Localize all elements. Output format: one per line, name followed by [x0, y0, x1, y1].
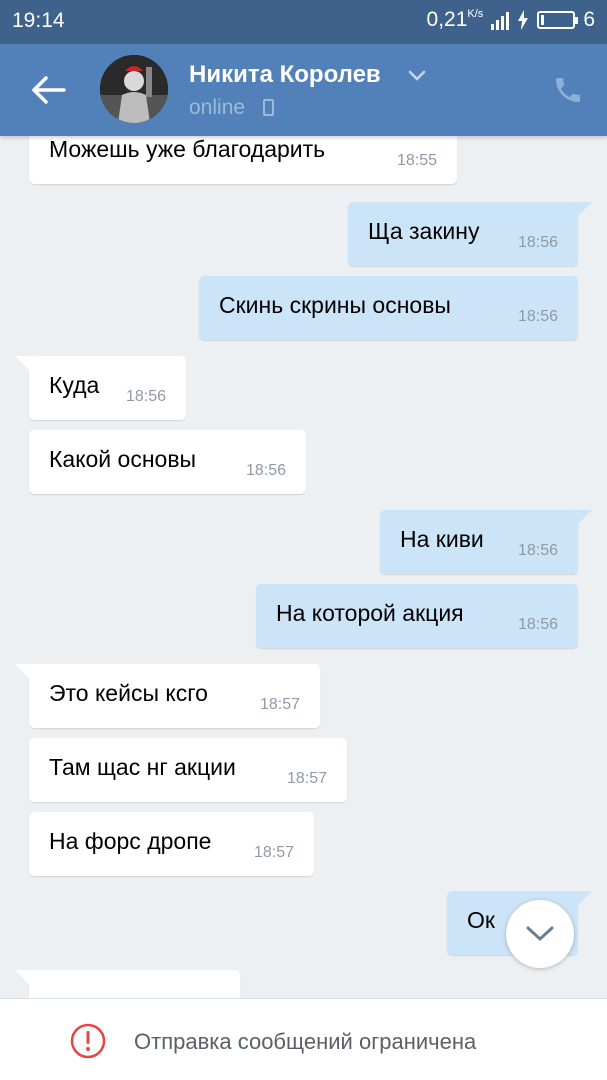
message-incoming[interactable] — [15, 970, 240, 998]
mobile-phone-icon — [263, 99, 274, 116]
charging-icon — [518, 10, 529, 30]
message-incoming[interactable]: Какой основы 18:56 — [29, 430, 306, 494]
battery-icon — [537, 11, 579, 29]
restriction-text: Отправка сообщений ограничена — [134, 1029, 477, 1054]
message-outgoing[interactable]: На которой акция 18:56 — [256, 584, 578, 648]
chevron-down-icon[interactable] — [408, 70, 426, 82]
message-outgoing[interactable]: Ща закину 18:56 — [348, 202, 592, 266]
message-outgoing[interactable]: На киви 18:56 — [380, 510, 592, 574]
call-icon[interactable] — [552, 74, 584, 106]
battery-level: 6 — [583, 8, 595, 31]
message-incoming[interactable]: Можешь уже благодарить 18:55 — [29, 136, 457, 184]
status-icons: 0,21K/s 6 — [427, 8, 595, 32]
chevron-down-icon — [526, 926, 554, 941]
message-restriction-bar: Отправка сообщений ограничена — [0, 998, 607, 1080]
status-bar: 19:14 0,21K/s 6 — [0, 0, 607, 44]
chat-header: Никита Королев online — [0, 44, 607, 136]
contact-name[interactable]: Никита Королев — [189, 61, 381, 89]
message-outgoing[interactable]: Скинь скрины основы 18:56 — [199, 276, 578, 340]
warning-icon — [70, 1023, 106, 1059]
message-incoming[interactable]: Там щас нг акции 18:57 — [29, 738, 347, 802]
signal-icon — [491, 10, 510, 30]
avatar[interactable] — [100, 55, 168, 123]
message-list[interactable]: Можешь уже благодарить 18:55 Ща закину 1… — [0, 136, 607, 998]
network-speed: 0,21K/s — [426, 8, 484, 31]
online-status: online — [189, 96, 246, 119]
status-time: 19:14 — [12, 9, 65, 32]
message-incoming[interactable]: Это кейсы ксго 18:57 — [15, 664, 320, 728]
scroll-to-bottom-button[interactable] — [506, 900, 574, 968]
message-incoming[interactable]: На форс дропе 18:57 — [29, 812, 314, 876]
message-incoming[interactable]: Куда 18:56 — [15, 356, 186, 420]
back-arrow-icon[interactable] — [28, 72, 68, 108]
